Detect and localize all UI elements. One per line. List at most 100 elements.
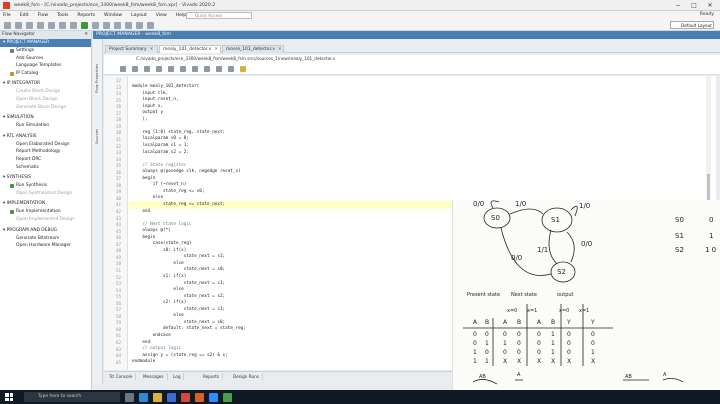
undo-icon[interactable] [37, 21, 44, 29]
flow-item[interactable]: Open Synthesized Design [0, 190, 91, 198]
settings-icon[interactable] [103, 21, 110, 29]
flow-item[interactable]: Schematic [0, 164, 91, 172]
flow-section-header[interactable]: ▾ PROJECT MANAGER [0, 39, 91, 47]
flow-item[interactable]: Create Block Design [0, 88, 91, 96]
vivado-taskbar-icon[interactable] [195, 392, 204, 402]
menu-item[interactable]: Flow [38, 13, 49, 18]
flow-item[interactable]: Report Methodology [0, 148, 91, 156]
flow-item[interactable]: Generate Block Design [0, 104, 91, 112]
taskbar-search[interactable]: Type here to search [24, 392, 120, 402]
close-icon[interactable]: ✕ [150, 47, 154, 52]
flow-section-header[interactable]: ▾ SIMULATION [0, 114, 91, 122]
windows-start-icon[interactable] [5, 393, 13, 401]
file-path: C:/vivado_projects/ece_3300/week8_fsm/we… [104, 55, 720, 63]
flow-item[interactable]: Open Hardware Manager [0, 242, 91, 250]
console-tab[interactable]: Design Runs [230, 373, 264, 380]
store-icon[interactable] [167, 392, 176, 402]
bulb-icon[interactable] [240, 65, 246, 72]
copy-icon[interactable] [59, 21, 66, 29]
save-icon[interactable] [132, 65, 138, 72]
menu-item[interactable]: Tools [57, 13, 68, 18]
cut-icon[interactable] [168, 65, 174, 72]
menu-item[interactable]: Help [176, 13, 186, 18]
tab-mealy-detector[interactable]: mealy_101_detector.v ✕ [159, 45, 221, 53]
close-icon[interactable]: ✕ [84, 31, 88, 39]
console-tab[interactable]: Tcl Console [106, 373, 137, 380]
flow-item[interactable]: Open Elaborated Design [0, 141, 91, 149]
table-cell: X [517, 358, 521, 365]
line-number: 52 [115, 274, 121, 280]
flow-item[interactable]: Add Sources [0, 55, 91, 63]
menu-item[interactable]: Edit [20, 13, 29, 18]
tab-moore-detector[interactable]: moore_101_detector.v ✕ [222, 45, 284, 53]
paste-icon[interactable] [192, 65, 198, 72]
close-button[interactable]: ✕ [702, 0, 718, 11]
undo-icon[interactable] [144, 65, 150, 72]
edge-browser-icon[interactable] [139, 392, 148, 402]
edge-label: 1/0 [515, 200, 526, 208]
flow-item[interactable]: IP Catalog [0, 70, 91, 78]
flow-item[interactable]: Open Implemented Design [0, 216, 91, 224]
task-view-icon[interactable] [125, 392, 134, 402]
run-icon[interactable] [81, 21, 88, 29]
tab-project-summary[interactable]: Project Summary ✕ [105, 45, 158, 53]
comment-icon[interactable] [216, 65, 222, 72]
new-icon[interactable] [4, 21, 11, 29]
flow-section-header[interactable]: ▾ PROGRAM AND DEBUG [0, 227, 91, 235]
sigma-icon[interactable] [114, 21, 121, 29]
tab-flow-properties[interactable]: Flow Properties [94, 43, 102, 113]
quick-access-search[interactable]: Quick Access [186, 12, 252, 19]
menu-item[interactable]: View [156, 13, 167, 18]
menu-item[interactable]: Layout [131, 13, 147, 18]
console-tab[interactable]: Reports [200, 373, 224, 380]
flow-item[interactable]: Settings [0, 47, 91, 55]
line-number: 57 [115, 307, 121, 313]
flow-item[interactable]: Language Templates [0, 62, 91, 70]
redo-icon[interactable] [156, 65, 162, 72]
open-icon[interactable] [15, 21, 22, 29]
copy-icon[interactable] [180, 65, 186, 72]
menu-item[interactable]: Reports [77, 13, 95, 18]
file-explorer-icon[interactable] [153, 392, 162, 402]
tab-sources[interactable]: Sources [94, 119, 102, 153]
indent-icon[interactable] [228, 65, 234, 72]
line-number: 30 [115, 130, 121, 136]
delete-icon[interactable] [204, 65, 210, 72]
maximize-button[interactable]: □ [686, 0, 702, 11]
close-icon[interactable]: ✕ [278, 47, 282, 52]
table-cell: X [551, 358, 555, 365]
app-icon[interactable] [223, 392, 232, 402]
flow-item-icon [10, 184, 14, 189]
minimize-button[interactable]: − [670, 0, 686, 11]
line-number: 54 [115, 287, 121, 293]
flow-item[interactable]: Run Simulation [0, 122, 91, 130]
layout-icon[interactable] [136, 21, 143, 29]
search-icon[interactable] [120, 65, 126, 72]
save-icon[interactable] [26, 21, 33, 29]
flow-item[interactable]: Run Implementation [0, 208, 91, 216]
flow-section-header[interactable]: ▾ IP INTEGRATOR [0, 80, 91, 88]
redo-icon[interactable] [48, 21, 55, 29]
console-tab[interactable]: Log [170, 373, 185, 380]
program-icon[interactable] [92, 21, 99, 29]
flow-item[interactable]: Generate Bitstream [0, 235, 91, 243]
flow-section-header[interactable]: ▾ SYNTHESIS [0, 174, 91, 182]
cut-icon[interactable] [125, 21, 132, 29]
chrome-icon[interactable] [181, 392, 190, 402]
menu-item[interactable]: File [3, 13, 11, 18]
stop-icon[interactable] [147, 21, 154, 29]
flow-item[interactable]: Run Synthesis [0, 182, 91, 190]
flow-section-header[interactable]: ▾ RTL ANALYSIS [0, 133, 91, 141]
line-number: 58 [115, 313, 121, 319]
flow-item[interactable]: Report DRC [0, 156, 91, 164]
delete-icon[interactable] [70, 21, 77, 29]
menu-item[interactable]: Window [104, 13, 122, 18]
handwritten-notes: S0 S1 S2 1/0 0/0 1/0 0/0 1/1 0/0 S0 0 S1… [452, 200, 720, 390]
flow-item[interactable]: Open Block Design [0, 96, 91, 104]
zoom-icon[interactable] [209, 392, 218, 402]
line-number: 32 [115, 143, 121, 149]
flow-section-header[interactable]: ▾ IMPLEMENTATION [0, 200, 91, 208]
console-tab[interactable]: Messages [140, 373, 168, 380]
layout-select[interactable]: Default Layout [670, 21, 714, 29]
close-icon[interactable]: ✕ [214, 47, 218, 52]
